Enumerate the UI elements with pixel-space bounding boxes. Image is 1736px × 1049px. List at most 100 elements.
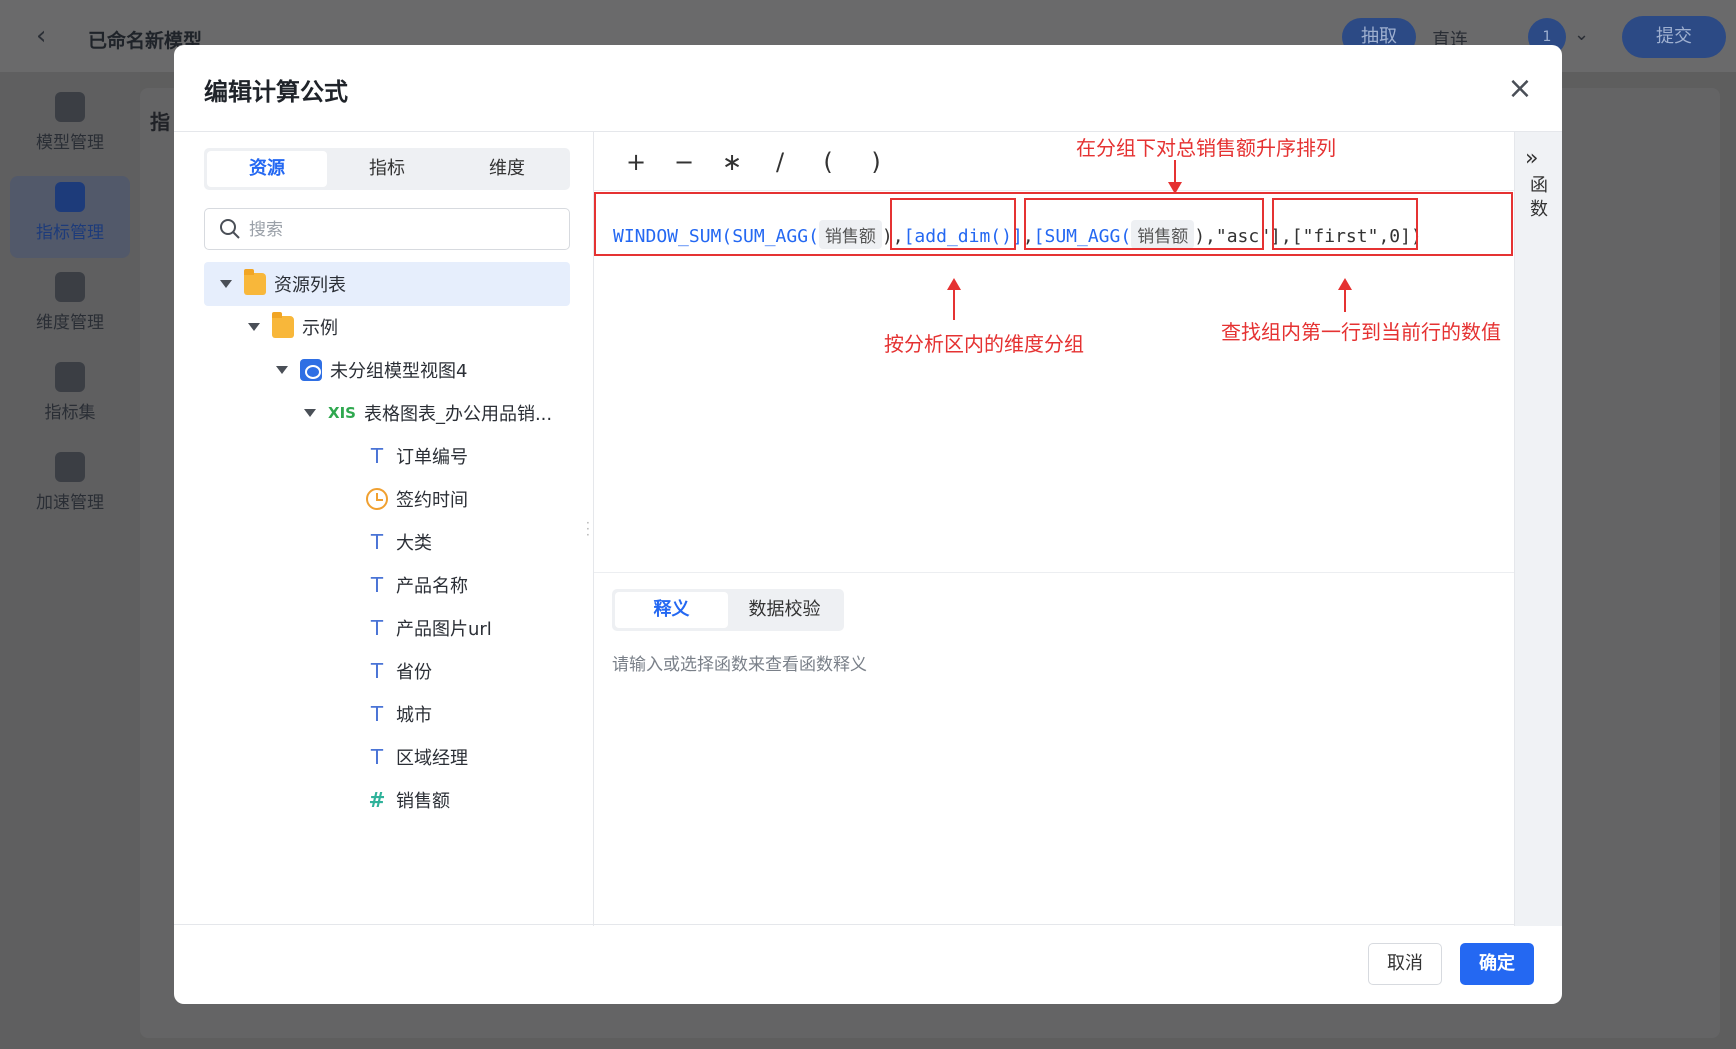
- cancel-button[interactable]: 取消: [1368, 943, 1442, 985]
- field-label: 区域经理: [396, 748, 468, 769]
- view-icon: [300, 359, 322, 381]
- field-label: 城市: [396, 705, 432, 726]
- sidebar-item-acceleration[interactable]: 加速管理: [10, 446, 130, 528]
- arrow-up-icon: [1338, 278, 1352, 312]
- folder-icon: [272, 312, 294, 338]
- arrow-up-icon: [947, 278, 961, 320]
- sidebar-item-label: 加速管理: [36, 493, 104, 513]
- search-box: [204, 208, 570, 250]
- dialog-title: 编辑计算公式: [204, 78, 348, 106]
- search-input[interactable]: [249, 217, 549, 243]
- function-hint: 请输入或选择函数来查看函数释义: [612, 655, 867, 675]
- folder-icon: [244, 269, 266, 295]
- left-paren-button[interactable]: (: [804, 142, 852, 182]
- resource-panel: 资源 指标 维度 资源列表 示例: [174, 132, 594, 926]
- tree-item-label: 示例: [302, 318, 338, 339]
- cube-icon: [55, 362, 85, 392]
- field-product-name[interactable]: T 产品名称: [204, 563, 570, 607]
- tab-explanation[interactable]: 释义: [615, 592, 728, 628]
- function-label: 函 数: [1529, 174, 1549, 222]
- sidebar-item-model[interactable]: 模型管理: [10, 86, 130, 168]
- search-icon: [220, 219, 240, 239]
- tree-item-model-view[interactable]: 未分组模型视图4: [204, 348, 570, 392]
- field-label: 大类: [396, 533, 432, 554]
- tab-resources[interactable]: 资源: [207, 151, 327, 187]
- caret-down-icon[interactable]: [248, 323, 260, 331]
- field-label: 销售额: [396, 791, 450, 812]
- dimension-icon: [55, 272, 85, 302]
- plus-button[interactable]: +: [612, 142, 660, 182]
- field-category[interactable]: T 大类: [204, 520, 570, 564]
- field-label: 产品图片url: [396, 619, 492, 640]
- chart-icon: [55, 182, 85, 212]
- sidebar-item-label: 维度管理: [36, 313, 104, 333]
- panel-splitter[interactable]: · · ·: [586, 517, 594, 541]
- tab-metrics[interactable]: 指标: [327, 151, 447, 187]
- page-title: 指: [150, 110, 170, 134]
- field-label: 产品名称: [396, 576, 468, 597]
- field-product-image-url[interactable]: T 产品图片url: [204, 606, 570, 650]
- sidebar-item-label: 模型管理: [36, 133, 104, 153]
- annotation-box-range: [1272, 198, 1418, 250]
- field-label: 省份: [396, 662, 432, 683]
- field-region-manager[interactable]: T 区域经理: [204, 735, 570, 779]
- tree-item-resource-list[interactable]: 资源列表: [204, 262, 570, 306]
- tree-item-example[interactable]: 示例: [204, 305, 570, 349]
- rocket-icon: [55, 452, 85, 482]
- edit-formula-dialog: 编辑计算公式 × 资源 指标 维度 资源列表: [174, 45, 1562, 1004]
- confirm-button[interactable]: 确定: [1460, 943, 1534, 985]
- field-sign-time[interactable]: 签约时间: [204, 477, 570, 521]
- field-province[interactable]: T 省份: [204, 649, 570, 693]
- chevron-down-icon[interactable]: ⌄: [1574, 24, 1589, 45]
- tab-data-validation[interactable]: 数据校验: [728, 592, 841, 628]
- sidebar-item-metric-set[interactable]: 指标集: [10, 356, 130, 438]
- dialog-footer: 取消 确定: [174, 925, 1562, 1004]
- tree-item-label: 表格图表_办公用品销...: [363, 404, 553, 425]
- multiply-button[interactable]: ∗: [708, 142, 756, 182]
- annotation-box-dim: [890, 198, 1016, 250]
- caret-down-icon[interactable]: [276, 366, 288, 374]
- sidebar-item-label: 指标集: [44, 403, 96, 423]
- text-field-icon: T: [370, 702, 384, 726]
- tree-item-table[interactable]: XIS 表格图表_办公用品销...: [204, 391, 570, 435]
- close-icon[interactable]: ×: [1502, 71, 1538, 107]
- sidebar-item-metrics[interactable]: 指标管理: [10, 176, 130, 258]
- arrow-down-icon: [1168, 160, 1182, 194]
- sidebar-item-label: 指标管理: [36, 223, 104, 243]
- function-label-char: 数: [1530, 199, 1548, 220]
- formula-panel: + − ∗ / ( ) WINDOW_SUM(SUM_AGG(销售额),[add…: [594, 132, 1514, 926]
- dialog-body: 资源 指标 维度 资源列表 示例: [174, 131, 1562, 926]
- caret-down-icon[interactable]: [220, 280, 232, 288]
- right-paren-button[interactable]: ): [852, 142, 900, 182]
- number-field-icon: #: [368, 788, 386, 812]
- submit-button[interactable]: 提交: [1622, 16, 1726, 58]
- tab-dimensions[interactable]: 维度: [447, 151, 567, 187]
- text-field-icon: T: [370, 659, 384, 683]
- annotation-top: 在分组下对总销售额升序排列: [1076, 136, 1336, 160]
- field-sales[interactable]: # 销售额: [204, 778, 570, 822]
- tree-item-label: 资源列表: [274, 275, 346, 296]
- date-field-icon: [366, 488, 388, 510]
- minus-button[interactable]: −: [660, 142, 708, 182]
- function-label-char: 函: [1530, 175, 1548, 196]
- annotation-left: 按分析区内的维度分组: [884, 332, 1084, 356]
- text-field-icon: T: [370, 444, 384, 468]
- explain-tabs: 释义 数据校验: [612, 589, 844, 631]
- tree-item-label: 未分组模型视图4: [330, 361, 468, 382]
- annotation-box-sort: [1024, 198, 1264, 250]
- expand-icon[interactable]: »: [1525, 146, 1538, 171]
- divide-button[interactable]: /: [756, 142, 804, 182]
- caret-down-icon[interactable]: [304, 409, 316, 417]
- sidebar-item-dimensions[interactable]: 维度管理: [10, 266, 130, 348]
- annotation-right: 查找组内第一行到当前行的数值: [1221, 320, 1501, 344]
- field-order-id[interactable]: T 订单编号: [204, 434, 570, 478]
- back-icon[interactable]: ‹: [36, 22, 46, 50]
- resource-tabs: 资源 指标 维度: [204, 148, 570, 190]
- xls-icon: XIS: [328, 404, 356, 422]
- divider: [594, 572, 1514, 573]
- field-city[interactable]: T 城市: [204, 692, 570, 736]
- function-panel-toggle[interactable]: » 函 数: [1514, 132, 1562, 926]
- model-icon: [55, 92, 85, 122]
- text-field-icon: T: [370, 573, 384, 597]
- text-field-icon: T: [370, 530, 384, 554]
